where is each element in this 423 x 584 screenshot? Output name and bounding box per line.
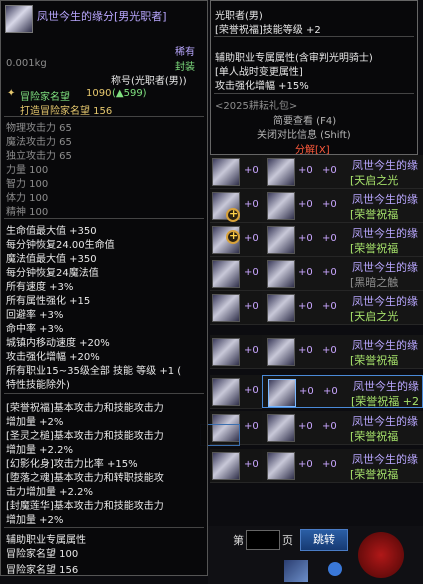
zoom-icon[interactable] bbox=[226, 207, 240, 222]
buff: 增加量 +2% bbox=[6, 417, 64, 428]
compare-toggle[interactable]: 关闭对比信息 (Shift) bbox=[257, 126, 351, 141]
footer-fame: 冒险家名望 156 bbox=[6, 565, 79, 576]
buff: [荣誉祝福]基本攻击力和技能攻击力 bbox=[6, 403, 164, 414]
buff: [封魔莲华]基本攻击力和技能攻击力 bbox=[6, 501, 164, 512]
divider bbox=[214, 36, 414, 37]
item-icon bbox=[212, 338, 240, 366]
zoom-icon[interactable] bbox=[226, 229, 240, 244]
divider bbox=[214, 93, 414, 94]
item-icon bbox=[267, 158, 295, 186]
effect: 城镇内移动速度 +20% bbox=[6, 338, 110, 349]
list-item[interactable]: +0 +0 凤世今生的缘 [天启之光 bbox=[262, 291, 423, 325]
item-title: 凤世今生的缘分[男光职者] bbox=[37, 10, 167, 23]
effect: 所有速度 +3% bbox=[6, 282, 74, 293]
effect: 每分钟恢复24.00生命值 bbox=[6, 240, 115, 251]
stat: 智力 100 bbox=[6, 179, 49, 190]
item-icon bbox=[268, 379, 296, 407]
package-name: <2025耕耘礼包> bbox=[215, 101, 298, 112]
list-item[interactable]: +0 +0 凤世今生的缘 [黑暗之触 bbox=[262, 257, 423, 291]
list-item[interactable]: +0 bbox=[210, 291, 262, 325]
fame-icon: ✦ bbox=[7, 88, 16, 99]
stat: 物理攻击力 65 bbox=[6, 123, 72, 134]
buff: [堕落之魂]基本攻击力和转职技能攻 bbox=[6, 473, 164, 484]
effect: 每分钟恢复24魔法值 bbox=[6, 268, 99, 279]
list-item-selected[interactable]: +0 +0 凤世今生的缘 [荣誉祝福 +2 bbox=[262, 375, 423, 408]
jump-button[interactable]: 跳转 bbox=[300, 529, 348, 551]
pager-bar: 第 页 跳转 bbox=[208, 526, 423, 584]
item-icon bbox=[212, 158, 240, 186]
fame-delta: (▲599) bbox=[112, 88, 147, 99]
fame-value: 1090 bbox=[86, 88, 112, 99]
effect: 命中率 +3% bbox=[6, 324, 64, 335]
list-item[interactable]: +0 +0 凤世今生的缘 [荣誉祝福 bbox=[262, 449, 423, 483]
brief-view[interactable]: 简要查看 (F4) bbox=[273, 112, 336, 127]
stat: 精神 100 bbox=[6, 207, 49, 218]
class-header: 光职者(男) bbox=[215, 11, 263, 22]
list-item[interactable]: +0 bbox=[210, 449, 262, 483]
page-suffix: 页 bbox=[282, 534, 293, 547]
sealed: 封装 bbox=[175, 62, 195, 73]
list-item[interactable]: +0 bbox=[210, 375, 262, 409]
item-icon bbox=[267, 226, 295, 254]
list-item[interactable]: +0 bbox=[210, 155, 262, 189]
list-item[interactable]: +0 +0 凤世今生的缘 [荣誉祝福 bbox=[262, 189, 423, 223]
list-item[interactable]: +0 +0 凤世今生的缘 [荣誉祝福 bbox=[262, 223, 423, 257]
page-prefix: 第 bbox=[233, 534, 244, 547]
hp-orb bbox=[358, 532, 404, 578]
stat: 魔法攻击力 65 bbox=[6, 137, 72, 148]
list-item[interactable]: +0 +0 凤世今生的缘 [荣誉祝福 bbox=[262, 411, 423, 445]
divider bbox=[4, 393, 204, 394]
list-item[interactable]: +0 bbox=[210, 335, 262, 369]
mp-icon bbox=[328, 562, 342, 576]
page-input[interactable] bbox=[246, 530, 280, 550]
item-tooltip: 凤世今生的缘分[男光职者] 稀有 0.001kg 封装 称号(光职者(男)) ✦… bbox=[0, 0, 208, 576]
skill-icon[interactable] bbox=[284, 560, 308, 582]
buff: 增加量 +2% bbox=[6, 515, 64, 526]
stat: 独立攻击力 65 bbox=[6, 151, 72, 162]
list-item[interactable]: +0 bbox=[210, 257, 262, 291]
item-icon bbox=[267, 294, 295, 322]
weight: 0.001kg bbox=[6, 58, 47, 69]
compare-tooltip: 光职者(男) [荣誉祝福]技能等级 +2 辅助职业专属属性(含审判光明骑士) [… bbox=[210, 0, 418, 156]
item-icon bbox=[212, 294, 240, 322]
divider bbox=[4, 116, 204, 117]
buff: 击力增加量 +2.2% bbox=[6, 487, 93, 498]
stat: 体力 100 bbox=[6, 193, 49, 204]
list-item[interactable]: +0 +0 凤世今生的缘 [天启之光 bbox=[262, 155, 423, 189]
effect: 生命值最大值 +350 bbox=[6, 226, 97, 237]
effect: 所有属性强化 +15 bbox=[6, 296, 91, 307]
decompose-button[interactable]: 分解[X] bbox=[295, 141, 330, 156]
effect: 回避率 +3% bbox=[6, 310, 64, 321]
title-type: 称号(光职者(男)) bbox=[111, 76, 187, 87]
item-icon bbox=[212, 260, 240, 288]
effect: 攻击强化增幅 +20% bbox=[6, 352, 100, 363]
effect: 特性技能除外) bbox=[6, 380, 70, 391]
aux-title: 辅助职业专属属性 bbox=[6, 535, 86, 546]
skill-level: [荣誉祝福]技能等级 +2 bbox=[215, 25, 321, 36]
item-icon bbox=[5, 5, 33, 33]
effect: 所有职业15~35级全部 技能 等级 +1 ( bbox=[6, 366, 182, 377]
aux-title: 辅助职业专属属性(含审判光明骑士) bbox=[215, 53, 373, 64]
rarity: 稀有 bbox=[175, 47, 195, 58]
divider bbox=[4, 218, 204, 219]
aux-effect: 攻击强化增幅 +15% bbox=[215, 81, 309, 92]
item-icon bbox=[267, 338, 295, 366]
effect: 魔法值最大值 +350 bbox=[6, 254, 97, 265]
forge-fame: 打造冒险家名望 156 bbox=[20, 106, 113, 117]
list-item[interactable]: +0 +0 凤世今生的缘 [荣誉祝福 bbox=[262, 335, 423, 369]
buff: [圣灵之槌]基本攻击力和技能攻击力 bbox=[6, 431, 164, 442]
item-icon bbox=[267, 452, 295, 480]
divider bbox=[4, 527, 204, 528]
item-icon bbox=[212, 452, 240, 480]
aux-condition: [单人战时变更属性] bbox=[215, 67, 303, 78]
buff: 增加量 +2.2% bbox=[6, 445, 73, 456]
item-icon bbox=[267, 414, 295, 442]
fame-label: 冒险家名望 bbox=[20, 92, 70, 103]
buff: [幻影化身]攻击力比率 +15% bbox=[6, 459, 138, 470]
stat: 力量 100 bbox=[6, 165, 49, 176]
item-icon bbox=[267, 192, 295, 220]
item-icon bbox=[267, 260, 295, 288]
item-icon bbox=[212, 378, 240, 406]
aux-fame: 冒险家名望 100 bbox=[6, 549, 79, 560]
